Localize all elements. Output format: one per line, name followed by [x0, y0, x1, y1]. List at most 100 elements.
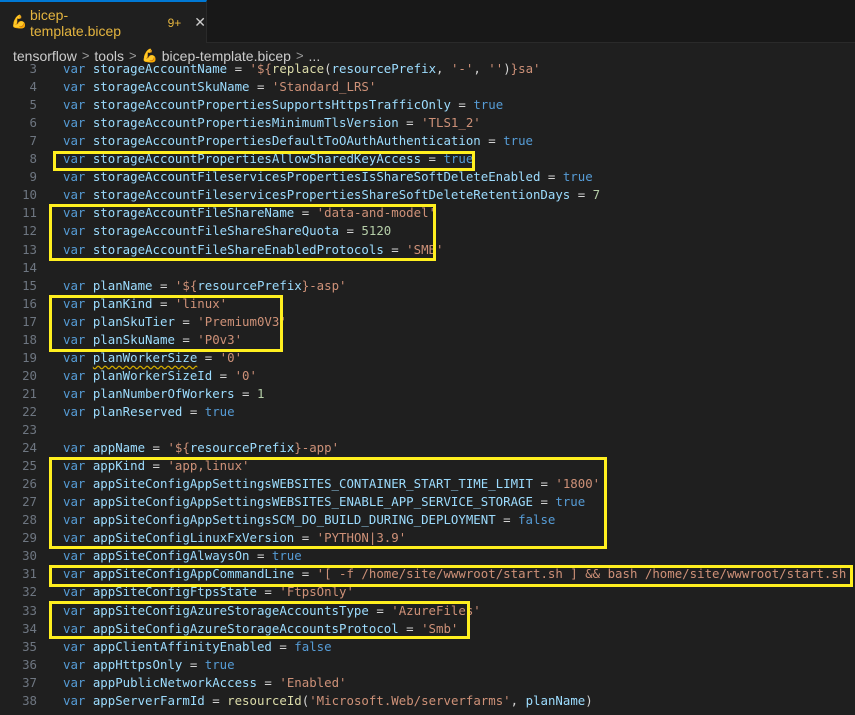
- line-number: 10: [22, 187, 37, 203]
- code-line-37[interactable]: 37 var appPublicNetworkAccess = 'Enabled': [0, 674, 855, 692]
- code-line-35[interactable]: 35 var appClientAffinityEnabled = false: [0, 638, 855, 656]
- code-text: var storageAccountFileShareEnabledProtoc…: [63, 241, 443, 259]
- code-line-6[interactable]: 6 var storageAccountPropertiesMinimumTlsV…: [0, 114, 855, 132]
- line-number: 6: [29, 115, 37, 131]
- code-token: =: [234, 385, 257, 401]
- line-number: 5: [29, 97, 37, 113]
- line-number: 38: [22, 692, 37, 708]
- code-token: storageAccountFileShareShareQuota: [92, 223, 340, 239]
- code-line-27[interactable]: 27 var appSiteConfigAppSettingsWEBSITES_E…: [0, 493, 855, 511]
- code-token: }-app': [294, 440, 340, 456]
- code-token: storageAccountFileShareName: [92, 205, 295, 221]
- code-text: var storageAccountFileservicesProperties…: [63, 168, 593, 186]
- code-text: var appHttpsOnly = true: [63, 656, 235, 674]
- code-line-36[interactable]: 36 var appHttpsOnly = true: [0, 656, 855, 674]
- code-token: var: [63, 530, 93, 546]
- tab-bar: 💪 bicep-template.bicep 9+ ✕: [0, 0, 855, 43]
- code-line-26[interactable]: 26 var appSiteConfigAppSettingsWEBSITES_C…: [0, 475, 855, 493]
- code-token: var: [63, 476, 93, 492]
- code-token: appSiteConfigAlwaysOn: [92, 548, 250, 564]
- code-token: var: [63, 458, 93, 474]
- code-token: var: [63, 584, 93, 600]
- code-line-34[interactable]: 34 var appSiteConfigAzureStorageAccountsP…: [0, 620, 855, 638]
- code-token: appSiteConfigLinuxFxVersion: [92, 530, 295, 546]
- code-line-25[interactable]: 25 var appKind = 'app,linux': [0, 457, 855, 475]
- code-token: planName: [92, 277, 153, 293]
- code-line-32[interactable]: 32 var appSiteConfigFtpsState = 'FtpsOnly…: [0, 583, 855, 601]
- code-token: =: [540, 169, 563, 185]
- close-icon[interactable]: ✕: [194, 15, 206, 31]
- code-line-16[interactable]: 16 var planKind = 'linux': [0, 295, 855, 313]
- code-text: var planSkuTier = 'Premium0V3': [63, 313, 287, 331]
- code-text: var storageAccountPropertiesAllowSharedK…: [63, 150, 473, 168]
- code-text: var planSkuName = 'P0v3': [63, 331, 242, 349]
- code-token: resourcePrefix: [197, 277, 302, 293]
- code-token: resourcePrefix: [331, 61, 437, 76]
- code-line-30[interactable]: 30 var appSiteConfigAlwaysOn = true: [0, 547, 855, 565]
- code-line-15[interactable]: 15 var planName = '${resourcePrefix}-asp': [0, 277, 855, 295]
- line-number: 19: [22, 349, 37, 365]
- code-line-12[interactable]: 12 var storageAccountFileShareShareQuota …: [0, 222, 855, 240]
- code-line-23[interactable]: 23: [0, 421, 855, 439]
- code-line-20[interactable]: 20 var planWorkerSizeId = '0': [0, 367, 855, 385]
- code-text: var storageAccountPropertiesSupportsHttp…: [63, 96, 503, 114]
- code-token: '-': [450, 61, 474, 76]
- code-token: appSiteConfigAzureStorageAccountsType: [92, 602, 369, 618]
- code-token: ,: [436, 61, 451, 76]
- code-line-10[interactable]: 10 var storageAccountFileservicesProperti…: [0, 186, 855, 204]
- line-number: 9: [29, 169, 37, 185]
- code-token: 'Standard_LRS': [271, 79, 377, 95]
- bicep-file-icon: 💪: [11, 15, 28, 30]
- code-token: '0': [219, 349, 243, 365]
- code-line-33[interactable]: 33 var appSiteConfigAzureStorageAccountsT…: [0, 602, 855, 620]
- problems-badge: 9+: [167, 15, 182, 30]
- code-token: false: [518, 512, 556, 528]
- line-number: 15: [22, 277, 37, 293]
- tab-bicep-template[interactable]: 💪 bicep-template.bicep 9+ ✕: [0, 0, 207, 43]
- code-token: }sa': [510, 61, 541, 76]
- code-line-13[interactable]: 13 var storageAccountFileShareEnabledProt…: [0, 241, 855, 259]
- code-token: =: [182, 403, 205, 419]
- code-line-19[interactable]: 19 var planWorkerSize = '0': [0, 349, 855, 367]
- code-token: storageAccountFileservicesPropertiesIsSh…: [92, 169, 541, 185]
- code-token: appSiteConfigAppSettingsWEBSITES_CONTAIN…: [92, 476, 533, 492]
- code-token: =: [227, 61, 250, 76]
- code-editor[interactable]: 3 var storageAccountName = '${replace(res…: [0, 60, 855, 715]
- code-line-24[interactable]: 24 var appName = '${resourcePrefix}-app': [0, 439, 855, 457]
- code-line-17[interactable]: 17 var planSkuTier = 'Premium0V3': [0, 313, 855, 331]
- code-token: var: [63, 115, 93, 131]
- code-token: =: [145, 458, 168, 474]
- code-text: var storageAccountPropertiesMinimumTlsVe…: [63, 114, 481, 132]
- code-line-31[interactable]: 31 var appSiteConfigAppCommandLine = '[ -…: [0, 565, 855, 583]
- code-token: appClientAffinityEnabled: [92, 638, 272, 654]
- code-token: =: [145, 440, 168, 456]
- code-line-3[interactable]: 3 var storageAccountName = '${replace(res…: [0, 60, 855, 78]
- line-number: 24: [22, 440, 37, 456]
- code-line-22[interactable]: 22 var planReserved = true: [0, 403, 855, 421]
- code-line-18[interactable]: 18 var planSkuName = 'P0v3': [0, 331, 855, 349]
- code-token: ): [503, 61, 511, 76]
- code-line-38[interactable]: 38 var appServerFarmId = resourceId('Micr…: [0, 692, 855, 710]
- code-token: var: [63, 602, 93, 618]
- code-line-5[interactable]: 5 var storageAccountPropertiesSupportsHtt…: [0, 96, 855, 114]
- code-token: =: [256, 674, 280, 690]
- code-line-28[interactable]: 28 var appSiteConfigAppSettingsSCM_DO_BUI…: [0, 511, 855, 529]
- code-line-9[interactable]: 9 var storageAccountFileservicesPropertie…: [0, 168, 855, 186]
- code-token: var: [63, 349, 93, 365]
- code-line-11[interactable]: 11 var storageAccountFileShareName = 'dat…: [0, 204, 855, 222]
- code-text: var planWorkerSizeId = '0': [63, 367, 257, 385]
- line-number: 22: [22, 403, 37, 419]
- code-token: var: [63, 548, 93, 564]
- code-line-8[interactable]: 8 var storageAccountPropertiesAllowShared…: [0, 150, 855, 168]
- code-line-21[interactable]: 21 var planNumberOfWorkers = 1: [0, 385, 855, 403]
- code-line-29[interactable]: 29 var appSiteConfigLinuxFxVersion = 'PYT…: [0, 529, 855, 547]
- code-token: '${: [174, 277, 198, 293]
- code-line-7[interactable]: 7 var storageAccountPropertiesDefaultToOA…: [0, 132, 855, 150]
- code-token: var: [63, 277, 93, 293]
- code-line-14[interactable]: 14: [0, 259, 855, 277]
- code-token: var: [63, 674, 93, 690]
- code-token: var: [63, 385, 93, 401]
- code-token: var: [63, 151, 93, 167]
- code-line-4[interactable]: 4 var storageAccountSkuName = 'Standard_L…: [0, 78, 855, 96]
- code-token: '${: [167, 440, 190, 456]
